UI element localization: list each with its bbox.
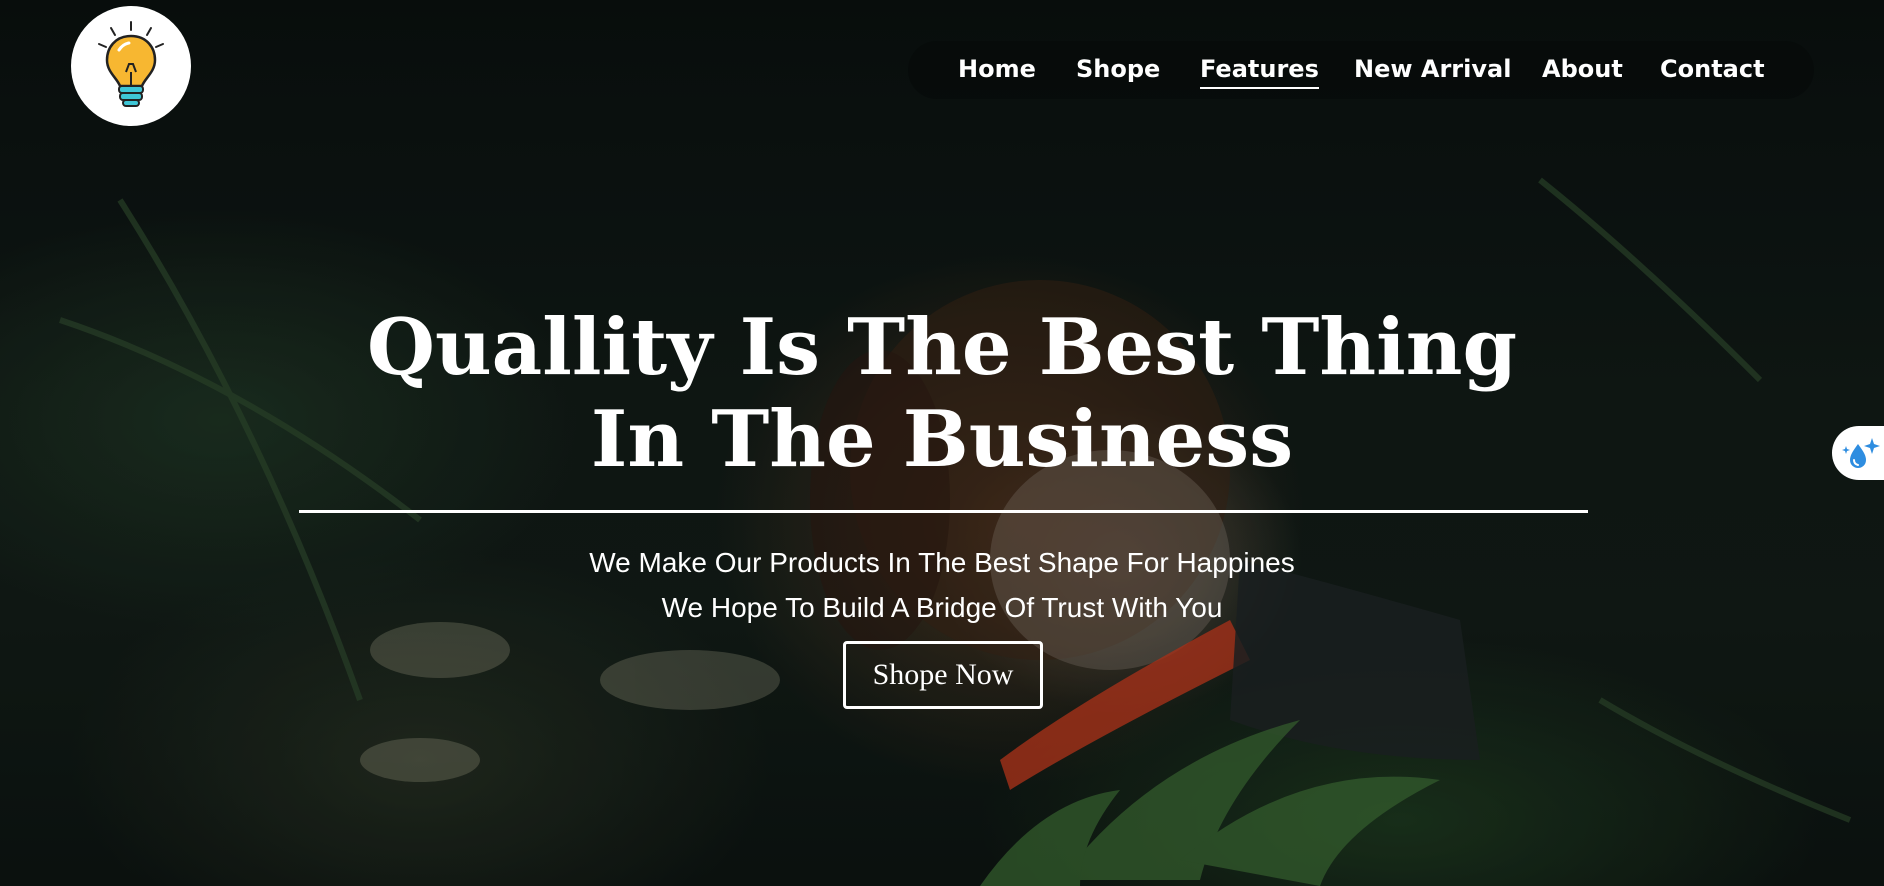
hero-subtext-line-1: We Make Our Products In The Best Shape F… (589, 547, 1295, 578)
lightbulb-icon (98, 21, 164, 107)
water-drop-sparkle-icon (1842, 438, 1880, 468)
hero-subtext: We Make Our Products In The Best Shape F… (442, 540, 1442, 630)
hero-headline-line-2: In The Business (590, 394, 1294, 485)
site-logo[interactable] (71, 6, 191, 126)
hero-headline: Quallity Is The Best Thing In The Busine… (292, 302, 1592, 486)
hero-subtext-line-2: We Hope To Build A Bridge Of Trust With … (661, 592, 1223, 623)
nav-features[interactable]: Features (1200, 53, 1319, 89)
nav-new-arrival[interactable]: New Arrival (1354, 53, 1511, 85)
nav-home[interactable]: Home (958, 53, 1036, 85)
nav-shope[interactable]: Shope (1076, 53, 1160, 85)
main-navigation: Home Shope Features New Arrival About Co… (908, 41, 1814, 99)
hero-headline-line-1: Quallity Is The Best Thing (367, 302, 1517, 393)
nav-contact[interactable]: Contact (1660, 53, 1765, 85)
hero-section: Home Shope Features New Arrival About Co… (0, 0, 1884, 886)
nav-about[interactable]: About (1542, 53, 1623, 85)
shop-now-button[interactable]: Shope Now (843, 641, 1043, 709)
hero-divider (299, 510, 1588, 513)
side-floating-widget[interactable] (1832, 426, 1884, 480)
